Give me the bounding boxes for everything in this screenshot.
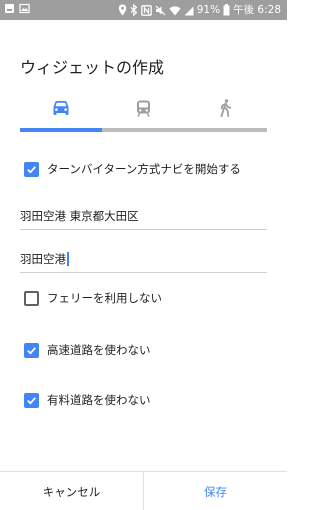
tab-car[interactable]: [20, 92, 102, 128]
battery-icon: [223, 4, 230, 16]
walk-icon: [219, 99, 232, 121]
battery-percent: 91%: [196, 4, 221, 16]
tab-walk[interactable]: [184, 92, 266, 128]
transit-icon: [136, 100, 151, 121]
cancel-button[interactable]: キャンセル: [0, 472, 143, 510]
location-icon: [118, 4, 127, 16]
image-icon: [19, 3, 30, 14]
shortcut-name-field[interactable]: 羽田空港: [20, 245, 267, 273]
avoid-ferries-label: フェリーを利用しない: [47, 291, 162, 305]
bluetooth-icon: [130, 4, 138, 16]
notification-icon: [4, 3, 15, 14]
text-caret: [67, 252, 69, 266]
checkbox-checked-icon: [24, 342, 39, 358]
save-button[interactable]: 保存: [144, 472, 287, 510]
avoid-ferries-checkbox[interactable]: フェリーを利用しない: [24, 290, 162, 306]
avoid-highways-checkbox[interactable]: 高速道路を使わない: [24, 342, 151, 358]
signal-icon: [184, 5, 194, 16]
status-bar: 91% 午後 6:28: [0, 0, 287, 20]
turn-by-turn-checkbox[interactable]: ターンバイターン方式ナビを開始する: [24, 161, 241, 177]
shortcut-name-field-content: 羽田空港: [20, 251, 69, 267]
car-icon: [52, 100, 70, 120]
dialog-button-bar: キャンセル 保存: [0, 471, 287, 510]
mute-icon: [155, 5, 166, 16]
checkbox-unchecked-icon: [24, 290, 39, 306]
dialog-title: ウィジェットの作成: [20, 58, 165, 77]
checkbox-checked-icon: [24, 161, 39, 177]
turn-by-turn-label: ターンバイターン方式ナビを開始する: [47, 162, 241, 176]
wifi-icon: [169, 5, 181, 16]
shortcut-name-field-value: 羽田空港: [20, 252, 66, 266]
checkbox-checked-icon: [24, 392, 39, 408]
status-right-icons: 91% 午後 6:28: [118, 3, 281, 17]
avoid-highways-label: 高速道路を使わない: [47, 343, 151, 357]
tab-selected-indicator: [20, 128, 102, 132]
avoid-tolls-label: 有料道路を使わない: [47, 393, 151, 407]
nfc-icon: [140, 4, 152, 16]
destination-field[interactable]: 羽田空港 東京都大田区: [20, 202, 267, 230]
travel-mode-tabs: [20, 92, 267, 132]
status-left-icons: [4, 3, 30, 14]
destination-field-value: 羽田空港 東京都大田区: [20, 209, 139, 223]
tab-transit[interactable]: [102, 92, 184, 128]
clock: 午後 6:28: [233, 4, 281, 16]
avoid-tolls-checkbox[interactable]: 有料道路を使わない: [24, 392, 151, 408]
